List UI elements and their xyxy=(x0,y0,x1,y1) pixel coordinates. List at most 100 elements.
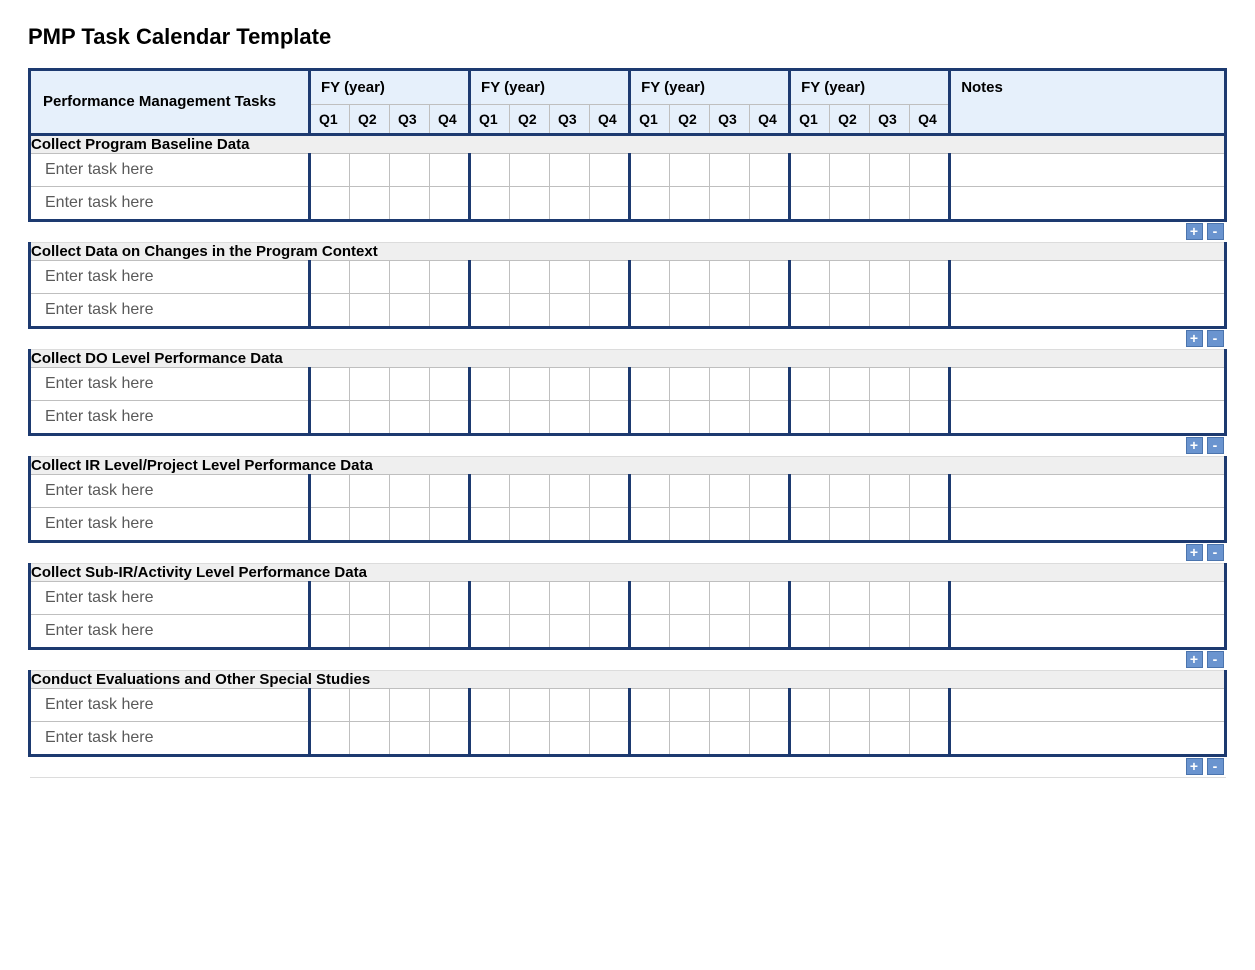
quarter-cell[interactable] xyxy=(590,508,630,542)
quarter-cell[interactable] xyxy=(310,261,350,294)
quarter-cell[interactable] xyxy=(590,689,630,722)
quarter-cell[interactable] xyxy=(390,689,430,722)
quarter-cell[interactable] xyxy=(390,508,430,542)
quarter-cell[interactable] xyxy=(510,154,550,187)
quarter-cell[interactable] xyxy=(870,187,910,221)
notes-cell[interactable] xyxy=(950,368,1226,401)
quarter-cell[interactable] xyxy=(750,475,790,508)
quarter-cell[interactable] xyxy=(870,401,910,435)
quarter-cell[interactable] xyxy=(350,187,390,221)
quarter-cell[interactable] xyxy=(550,508,590,542)
quarter-cell[interactable] xyxy=(750,582,790,615)
task-input[interactable]: Enter task here xyxy=(30,154,310,187)
quarter-cell[interactable] xyxy=(590,187,630,221)
quarter-cell[interactable] xyxy=(510,508,550,542)
add-row-button[interactable]: + xyxy=(1186,330,1203,347)
notes-cell[interactable] xyxy=(950,187,1226,221)
quarter-cell[interactable] xyxy=(430,582,470,615)
quarter-cell[interactable] xyxy=(590,261,630,294)
quarter-cell[interactable] xyxy=(830,187,870,221)
quarter-cell[interactable] xyxy=(750,368,790,401)
quarter-cell[interactable] xyxy=(390,401,430,435)
quarter-cell[interactable] xyxy=(750,722,790,756)
quarter-cell[interactable] xyxy=(350,722,390,756)
quarter-cell[interactable] xyxy=(630,475,670,508)
quarter-cell[interactable] xyxy=(910,261,950,294)
quarter-cell[interactable] xyxy=(430,508,470,542)
quarter-cell[interactable] xyxy=(710,368,750,401)
quarter-cell[interactable] xyxy=(470,294,510,328)
quarter-cell[interactable] xyxy=(790,154,830,187)
quarter-cell[interactable] xyxy=(870,508,910,542)
quarter-cell[interactable] xyxy=(590,401,630,435)
quarter-cell[interactable] xyxy=(830,582,870,615)
quarter-cell[interactable] xyxy=(310,154,350,187)
quarter-cell[interactable] xyxy=(710,187,750,221)
quarter-cell[interactable] xyxy=(710,401,750,435)
quarter-cell[interactable] xyxy=(870,294,910,328)
quarter-cell[interactable] xyxy=(550,294,590,328)
quarter-cell[interactable] xyxy=(470,689,510,722)
quarter-cell[interactable] xyxy=(910,368,950,401)
quarter-cell[interactable] xyxy=(710,508,750,542)
quarter-cell[interactable] xyxy=(630,368,670,401)
quarter-cell[interactable] xyxy=(550,261,590,294)
remove-row-button[interactable]: - xyxy=(1207,437,1224,454)
quarter-cell[interactable] xyxy=(510,294,550,328)
quarter-cell[interactable] xyxy=(790,722,830,756)
add-row-button[interactable]: + xyxy=(1186,758,1203,775)
quarter-cell[interactable] xyxy=(310,475,350,508)
quarter-cell[interactable] xyxy=(550,582,590,615)
quarter-cell[interactable] xyxy=(350,508,390,542)
quarter-cell[interactable] xyxy=(670,475,710,508)
add-row-button[interactable]: + xyxy=(1186,437,1203,454)
quarter-cell[interactable] xyxy=(710,582,750,615)
quarter-cell[interactable] xyxy=(790,615,830,649)
quarter-cell[interactable] xyxy=(870,475,910,508)
quarter-cell[interactable] xyxy=(350,689,390,722)
quarter-cell[interactable] xyxy=(790,368,830,401)
notes-cell[interactable] xyxy=(950,615,1226,649)
quarter-cell[interactable] xyxy=(350,294,390,328)
quarter-cell[interactable] xyxy=(870,368,910,401)
quarter-cell[interactable] xyxy=(310,722,350,756)
quarter-cell[interactable] xyxy=(750,689,790,722)
quarter-cell[interactable] xyxy=(350,475,390,508)
task-input[interactable]: Enter task here xyxy=(30,508,310,542)
task-input[interactable]: Enter task here xyxy=(30,689,310,722)
task-input[interactable]: Enter task here xyxy=(30,401,310,435)
quarter-cell[interactable] xyxy=(790,187,830,221)
quarter-cell[interactable] xyxy=(310,582,350,615)
quarter-cell[interactable] xyxy=(310,187,350,221)
quarter-cell[interactable] xyxy=(750,508,790,542)
quarter-cell[interactable] xyxy=(790,475,830,508)
quarter-cell[interactable] xyxy=(830,689,870,722)
task-input[interactable]: Enter task here xyxy=(30,582,310,615)
quarter-cell[interactable] xyxy=(750,154,790,187)
task-input[interactable]: Enter task here xyxy=(30,475,310,508)
quarter-cell[interactable] xyxy=(430,294,470,328)
task-input[interactable]: Enter task here xyxy=(30,722,310,756)
quarter-cell[interactable] xyxy=(910,187,950,221)
quarter-cell[interactable] xyxy=(670,615,710,649)
quarter-cell[interactable] xyxy=(870,689,910,722)
quarter-cell[interactable] xyxy=(910,582,950,615)
quarter-cell[interactable] xyxy=(470,508,510,542)
notes-cell[interactable] xyxy=(950,154,1226,187)
quarter-cell[interactable] xyxy=(550,722,590,756)
quarter-cell[interactable] xyxy=(830,508,870,542)
notes-cell[interactable] xyxy=(950,261,1226,294)
quarter-cell[interactable] xyxy=(510,689,550,722)
quarter-cell[interactable] xyxy=(670,154,710,187)
quarter-cell[interactable] xyxy=(670,689,710,722)
quarter-cell[interactable] xyxy=(470,368,510,401)
quarter-cell[interactable] xyxy=(590,294,630,328)
quarter-cell[interactable] xyxy=(830,154,870,187)
quarter-cell[interactable] xyxy=(390,722,430,756)
quarter-cell[interactable] xyxy=(870,615,910,649)
quarter-cell[interactable] xyxy=(670,722,710,756)
quarter-cell[interactable] xyxy=(750,615,790,649)
quarter-cell[interactable] xyxy=(510,582,550,615)
quarter-cell[interactable] xyxy=(470,615,510,649)
quarter-cell[interactable] xyxy=(830,294,870,328)
